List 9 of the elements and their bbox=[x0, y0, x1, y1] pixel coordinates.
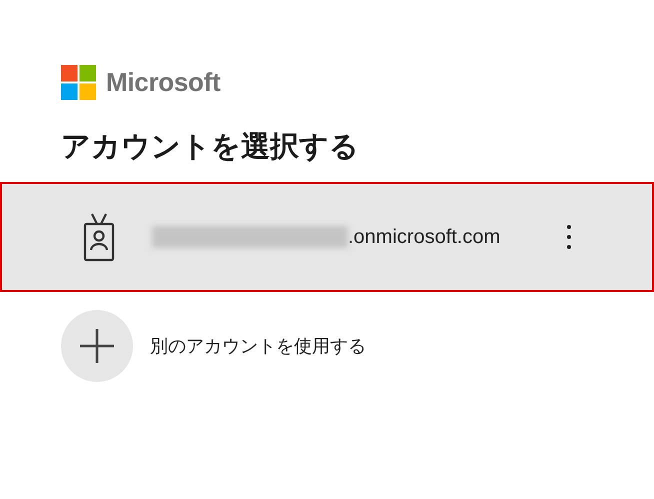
id-badge-icon bbox=[82, 212, 116, 262]
page-heading: アカウントを選択する bbox=[61, 128, 360, 164]
account-email: .onmicrosoft.com bbox=[348, 226, 500, 248]
logo-icon bbox=[61, 64, 96, 100]
add-account-option[interactable]: 別のアカウントを使用する bbox=[0, 310, 654, 382]
account-tile[interactable]: .onmicrosoft.com bbox=[0, 182, 654, 292]
brand-name: Microsoft bbox=[106, 66, 220, 98]
plus-icon bbox=[61, 310, 133, 382]
more-options-icon[interactable] bbox=[566, 224, 572, 250]
